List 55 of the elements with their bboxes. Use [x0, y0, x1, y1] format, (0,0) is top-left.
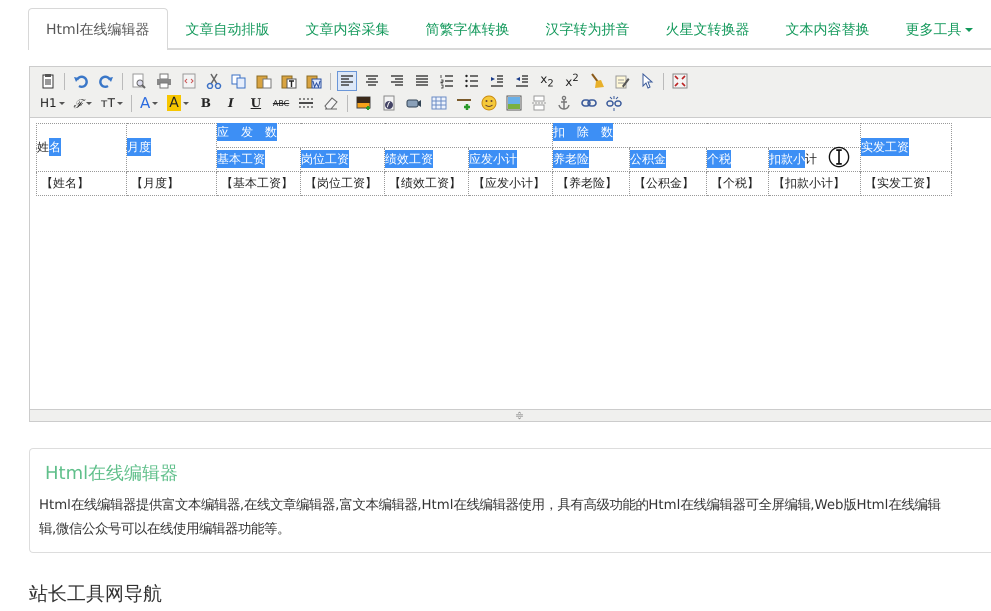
tab[interactable]: 文章自动排版	[168, 8, 288, 50]
table-cell: 【公积金】	[630, 172, 706, 196]
tab[interactable]: Html在线编辑器	[28, 8, 168, 50]
table-cell: 【基本工资】	[216, 172, 300, 196]
table-cell: 【养老险】	[552, 172, 630, 196]
format-button[interactable]: x$_{2}$	[537, 71, 557, 91]
table-cell: 【岗位工资】	[300, 172, 384, 196]
tab[interactable]: 汉字转为拼音	[528, 8, 648, 50]
table-cell: 应 发 数	[216, 124, 552, 148]
table-cell: 【月度】	[126, 172, 216, 196]
table-cell: 扣款小计	[768, 148, 860, 172]
tab[interactable]: 更多工具	[888, 8, 991, 50]
section-heading: 站长工具网导航	[29, 583, 163, 605]
cut-icon[interactable]	[204, 71, 224, 91]
unlink-icon[interactable]	[604, 93, 624, 113]
smiley-icon[interactable]	[479, 93, 500, 113]
format-button[interactable]: ABC	[270, 93, 292, 113]
table-cell: 基本工资	[216, 148, 300, 172]
table-cell: 应发小计	[468, 148, 552, 172]
format-button[interactable]: U	[246, 93, 266, 113]
resize-handle-icon[interactable]	[514, 410, 525, 421]
description-paragraph: Html在线编辑器提供富文本编辑器,在线文章编辑器,富文本编辑器,Html在线编辑器使用，具有高级功能的Html在线编辑器可全屏编辑,Web版Html在线编辑 辑,微信公众号可以在线使用编辑器功能等。	[39, 496, 942, 539]
table-cell: 个税	[706, 148, 768, 172]
fullscreen-icon[interactable]	[670, 71, 690, 91]
print-icon[interactable]	[154, 71, 174, 91]
format-button[interactable]: x$^{2}$	[562, 71, 582, 91]
picture-icon[interactable]	[504, 93, 524, 113]
table-cell: 绩效工资	[384, 148, 468, 172]
tab[interactable]: 文本内容替换	[768, 8, 888, 50]
table-cell: 【个税】	[706, 172, 768, 196]
table-cell: 【扣款小计】	[768, 172, 860, 196]
format-button[interactable]: ᴛT	[98, 93, 125, 113]
table-cell: 实发工资	[860, 124, 952, 172]
table-cell: 扣 除 数	[552, 124, 860, 148]
table-cell: 岗位工资	[300, 148, 384, 172]
format-button[interactable]: A	[138, 93, 160, 113]
table-cell: 【实发工资】	[860, 172, 952, 196]
table-cell: 【姓名】	[36, 172, 126, 196]
card-title: Html在线编辑器	[45, 462, 180, 485]
format-button[interactable]: H1	[38, 93, 67, 113]
format-button[interactable]: B	[196, 93, 216, 113]
table-cell: 养老险	[552, 148, 630, 172]
align-left-icon[interactable]	[337, 71, 357, 91]
format-button[interactable]: I	[220, 93, 241, 113]
tab[interactable]: 简繁字体转换	[408, 8, 528, 50]
table-cell: 月度	[126, 124, 216, 172]
format-button[interactable]: A	[165, 93, 191, 113]
table-cell: 公积金	[630, 148, 706, 172]
tab[interactable]: 文章内容采集	[288, 8, 408, 50]
table-cell: 姓名	[36, 124, 126, 172]
tab[interactable]: 火星文转换器	[648, 8, 768, 50]
format-button[interactable]: ℱ	[72, 93, 94, 113]
table-cell: 【应发小计】	[468, 172, 552, 196]
text-cursor-icon	[828, 146, 850, 168]
table-cell: 【绩效工资】	[384, 172, 468, 196]
